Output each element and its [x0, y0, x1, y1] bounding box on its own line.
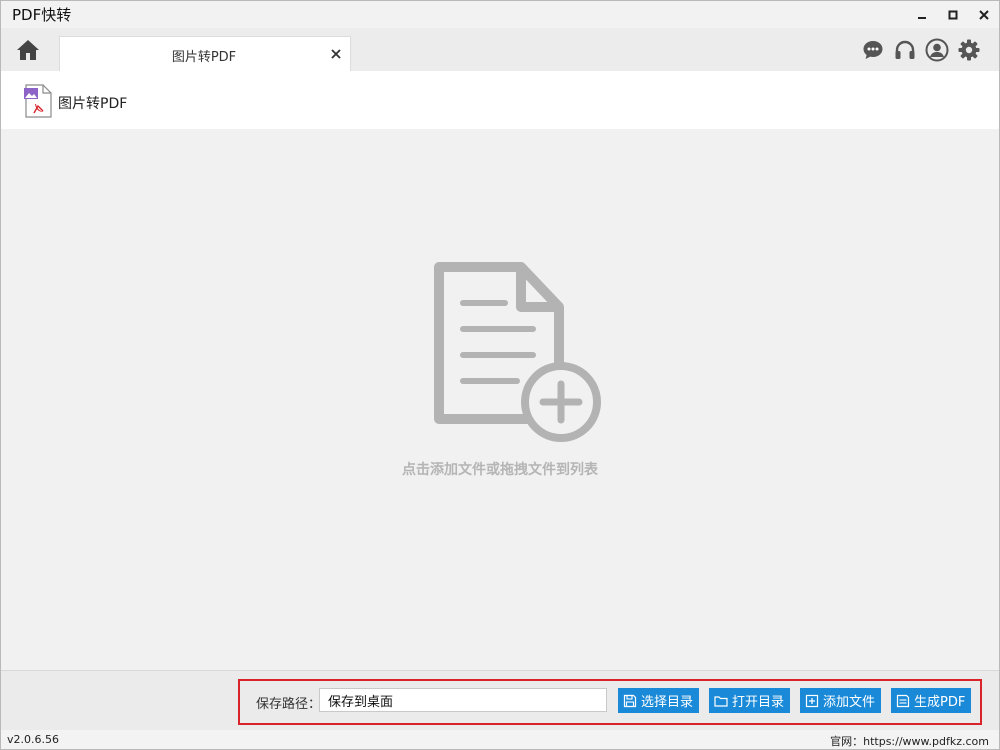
title-bar: PDF快转: [1, 1, 999, 28]
generate-pdf-label: 生成PDF: [914, 695, 966, 710]
user-button[interactable]: [925, 38, 949, 62]
tab-close-button[interactable]: [328, 46, 344, 62]
file-drop-zone[interactable]: 点击添加文件或拖拽文件到列表: [1, 129, 999, 670]
add-file-label: 添加文件: [823, 695, 876, 710]
close-icon: [978, 9, 989, 20]
pdf-icon: [896, 694, 910, 708]
user-icon: [925, 38, 949, 62]
app-title: PDF快转: [12, 6, 72, 24]
bottom-toolbar: 保存路径： 选择目录 打开目录 添加文件 生成PDF: [1, 670, 999, 730]
open-directory-label: 打开目录: [732, 695, 785, 710]
top-toolbar: [861, 38, 981, 62]
folder-icon: [714, 694, 728, 708]
maximize-button[interactable]: [937, 1, 968, 28]
status-bar: v2.0.6.56 官网：https://www.pdfkz.com: [1, 730, 999, 749]
save-path-label: 保存路径：: [256, 697, 322, 712]
window-controls: [906, 1, 999, 28]
close-window-button[interactable]: [968, 1, 999, 28]
settings-button[interactable]: [957, 38, 981, 62]
add-file-button[interactable]: 添加文件: [800, 688, 882, 713]
chat-icon: [863, 41, 883, 59]
plus-square-icon: [805, 694, 819, 708]
headset-icon: [895, 40, 915, 59]
save-path-input[interactable]: [319, 688, 607, 712]
minimize-button[interactable]: [906, 1, 937, 28]
home-icon: [17, 40, 39, 60]
select-directory-label: 选择目录: [641, 695, 694, 710]
home-button[interactable]: [15, 38, 41, 62]
minimize-icon: [917, 16, 926, 19]
gear-icon: [958, 39, 980, 61]
maximize-icon: [948, 10, 957, 19]
page-title: 图片转PDF: [58, 96, 128, 112]
tab-image-to-pdf[interactable]: 图片转PDF: [59, 36, 351, 71]
select-directory-button[interactable]: 选择目录: [618, 688, 700, 713]
add-document-icon[interactable]: [429, 261, 605, 443]
drop-hint-text: 点击添加文件或拖拽文件到列表: [402, 462, 598, 478]
open-directory-button[interactable]: 打开目录: [709, 688, 791, 713]
version-text: v2.0.6.56: [7, 733, 59, 746]
support-button[interactable]: [893, 38, 917, 62]
app-window: PDF快转 图片转PDF 图片转PDF 点击添加文件或拖拽文件到列表 保存路径：…: [0, 0, 1000, 750]
close-icon: [331, 49, 341, 59]
image-to-pdf-icon: [23, 84, 53, 118]
save-icon: [623, 694, 637, 708]
sub-header: 图片转PDF: [1, 71, 999, 129]
tab-label: 图片转PDF: [171, 50, 237, 65]
generate-pdf-button[interactable]: 生成PDF: [891, 688, 972, 713]
tab-strip: 图片转PDF: [1, 28, 999, 71]
website-link[interactable]: 官网：https://www.pdfkz.com: [830, 733, 989, 749]
chat-button[interactable]: [861, 38, 885, 62]
